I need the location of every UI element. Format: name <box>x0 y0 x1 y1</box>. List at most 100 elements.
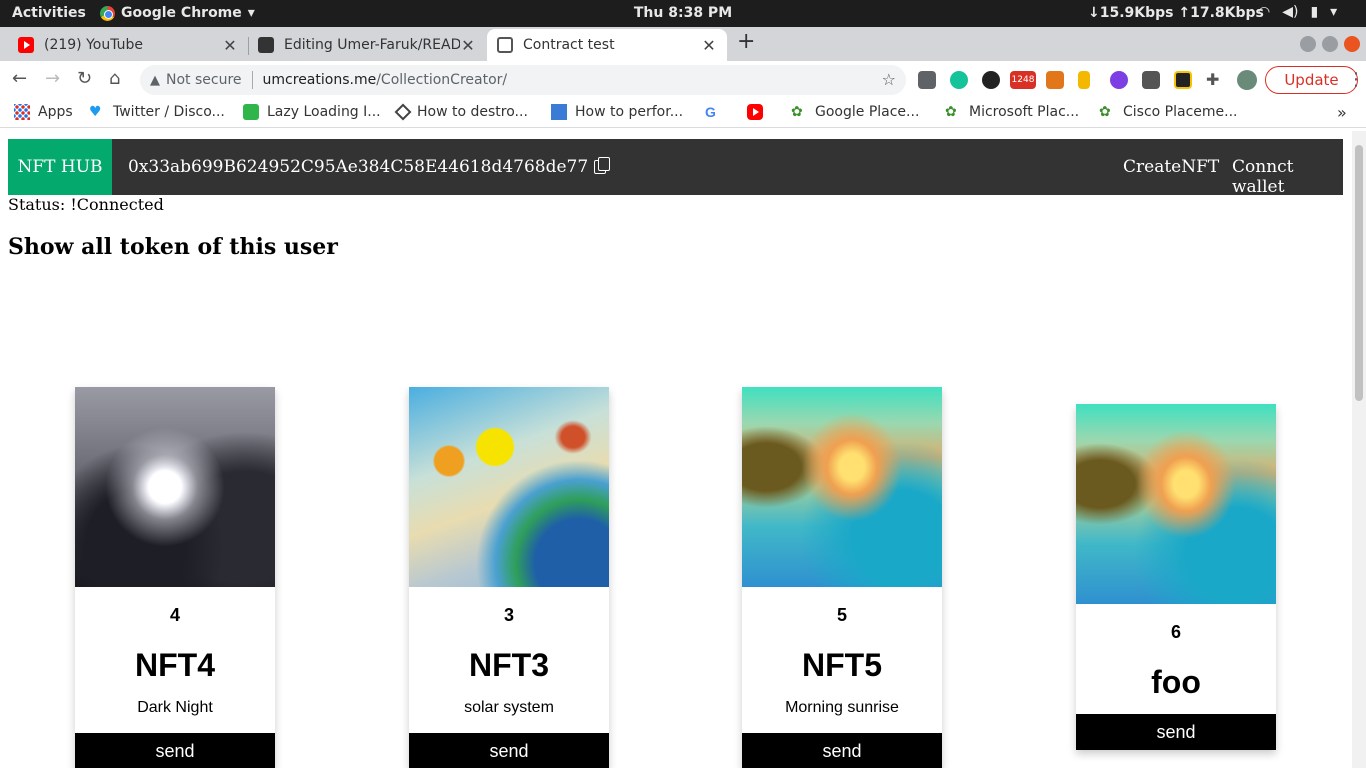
nft-image <box>75 387 275 587</box>
key-icon[interactable] <box>1078 71 1090 89</box>
bookmark-label: Google Place... <box>815 104 920 120</box>
scrollbar-thumb[interactable] <box>1355 145 1363 401</box>
tab-youtube[interactable]: (219) YouTube ✕ <box>8 29 249 61</box>
token-id: 4 <box>169 605 180 625</box>
close-icon[interactable]: ✕ <box>222 36 238 55</box>
reload-icon[interactable]: ↻ <box>77 68 92 89</box>
bookmark-twitter[interactable]: ♥ Twitter / Disco... <box>89 104 225 120</box>
avatar[interactable] <box>1237 70 1257 90</box>
url-path: /CollectionCreator/ <box>376 72 508 88</box>
token-name: foo <box>1151 664 1201 700</box>
page-viewport: NFT HUB 0x33ab699B624952C95Ae384C58E4461… <box>0 131 1352 768</box>
bookmark-label: How to perfor... <box>575 104 684 120</box>
maximize-icon[interactable] <box>1322 36 1338 52</box>
nft-card: 6 foo send <box>1076 404 1276 750</box>
send-button[interactable]: send <box>409 733 609 768</box>
token-id: 5 <box>836 605 847 625</box>
bookmark-google[interactable]: G <box>705 104 729 120</box>
back-icon[interactable]: ← <box>12 68 27 89</box>
system-tray[interactable]: ◠ ◀) ▮ ▾ <box>1258 4 1337 20</box>
url-host: umcreations.me <box>262 72 377 88</box>
leaf-icon: ✿ <box>945 104 957 120</box>
token-description: solar system <box>464 699 554 716</box>
close-window-icon[interactable] <box>1344 36 1360 52</box>
menu-icon[interactable]: ⋮ <box>1347 69 1365 90</box>
bookmark-lazy-loading[interactable]: Lazy Loading I... <box>243 104 381 120</box>
send-button[interactable]: send <box>75 733 275 768</box>
system-top-bar: Activities Google Chrome ▾ Thu 8:38 PM ↓… <box>0 0 1366 27</box>
top-navbar: NFT HUB 0x33ab699B624952C95Ae384C58E4461… <box>8 139 1343 197</box>
send-button[interactable]: send <box>742 733 942 768</box>
connect-wallet-link[interactable]: Connct wallet <box>1232 157 1343 197</box>
nft-card: 3 NFT3 solar system send <box>409 387 609 768</box>
token-id: 6 <box>1170 622 1181 642</box>
globe-icon <box>497 37 513 53</box>
bookmark-cisco-placement[interactable]: ✿ Cisco Placeme... <box>1099 104 1238 120</box>
minimize-icon[interactable] <box>1300 36 1316 52</box>
mail-badge-count: 1248 <box>1011 75 1035 85</box>
new-tab-button[interactable]: + <box>737 29 755 54</box>
tab-label: Editing Umer-Faruk/READ <box>284 37 460 53</box>
connection-status: Status: !Connected <box>8 195 164 214</box>
close-icon[interactable]: ✕ <box>701 36 717 55</box>
update-button[interactable]: Update <box>1265 66 1358 94</box>
brand-link[interactable]: NFT HUB <box>8 139 112 195</box>
divider <box>251 71 253 89</box>
site-icon <box>243 104 259 120</box>
token-name: NFT3 <box>469 647 549 683</box>
address-bar[interactable]: ▲ Not secure umcreations.me/CollectionCr… <box>140 65 906 95</box>
page-title: Show all token of this user <box>8 234 338 260</box>
bookmark-label: Apps <box>38 104 73 120</box>
metamask-icon[interactable] <box>1046 71 1064 89</box>
youtube-icon <box>18 37 34 53</box>
token-description: Morning sunrise <box>785 699 899 716</box>
cube-icon[interactable] <box>1142 71 1160 89</box>
home-icon[interactable]: ⌂ <box>109 68 120 89</box>
extension-icon[interactable] <box>1110 71 1128 89</box>
bookmark-microsoft-placement[interactable]: ✿ Microsoft Plac... <box>945 104 1079 120</box>
bookmarks-bar: Apps ♥ Twitter / Disco... Lazy Loading I.… <box>0 98 1366 128</box>
site-icon <box>551 104 567 120</box>
wallet-address: 0x33ab699B624952C95Ae384C58E44618d4768de… <box>128 157 611 177</box>
send-button[interactable]: send <box>1076 714 1276 750</box>
page-scrollbar[interactable] <box>1352 131 1366 768</box>
tab-label: Contract test <box>523 37 615 53</box>
copy-icon[interactable] <box>594 157 611 174</box>
site-icon <box>394 103 412 121</box>
extension-icon[interactable] <box>1174 71 1192 89</box>
extension-icon[interactable] <box>918 71 936 89</box>
chevron-right-icon[interactable]: » <box>1337 103 1347 122</box>
puzzle-icon[interactable]: ✚ <box>1206 71 1224 89</box>
chevron-down-icon: ▾ <box>1330 4 1338 20</box>
nft-card: 5 NFT5 Morning sunrise send <box>742 387 942 768</box>
bookmark-perform[interactable]: How to perfor... <box>551 104 683 120</box>
network-speed: ↓15.9Kbps ↑17.8Kbps <box>1088 5 1264 21</box>
nft-image <box>742 387 942 587</box>
mail-icon[interactable]: 1248 <box>1010 71 1036 89</box>
bookmark-youtube[interactable] <box>747 104 771 120</box>
leaf-icon: ✿ <box>1099 104 1111 120</box>
bookmark-label: Microsoft Plac... <box>969 104 1080 120</box>
security-label[interactable]: Not secure <box>166 72 242 88</box>
token-description: Dark Night <box>137 699 213 716</box>
create-nft-link[interactable]: CreateNFT <box>1123 157 1219 177</box>
bookmark-star-icon[interactable]: ☆ <box>882 70 896 89</box>
battery-icon: ▮ <box>1310 4 1319 20</box>
google-icon: G <box>705 104 716 120</box>
bookmark-google-placement[interactable]: ✿ Google Place... <box>791 104 919 120</box>
close-icon[interactable]: ✕ <box>460 36 476 55</box>
github-icon <box>258 37 274 53</box>
browser-toolbar: ← → ↻ ⌂ ▲ Not secure umcreations.me/Coll… <box>0 61 1366 98</box>
bookmark-destroy[interactable]: How to destro... <box>394 103 528 121</box>
tab-contract-test[interactable]: Contract test ✕ <box>487 29 727 61</box>
forward-icon[interactable]: → <box>45 68 60 89</box>
twitter-icon: ♥ <box>89 104 102 120</box>
wallet-address-text: 0x33ab699B624952C95Ae384C58E44618d4768de… <box>128 157 589 177</box>
youtube-icon <box>747 104 763 120</box>
bookmark-label: Cisco Placeme... <box>1123 104 1238 120</box>
bookmark-apps[interactable]: Apps <box>14 104 73 120</box>
grammarly-icon[interactable] <box>950 71 968 89</box>
nft-image <box>409 387 609 587</box>
tab-github[interactable]: Editing Umer-Faruk/READ ✕ <box>248 29 486 61</box>
github-extension-icon[interactable] <box>982 71 1000 89</box>
